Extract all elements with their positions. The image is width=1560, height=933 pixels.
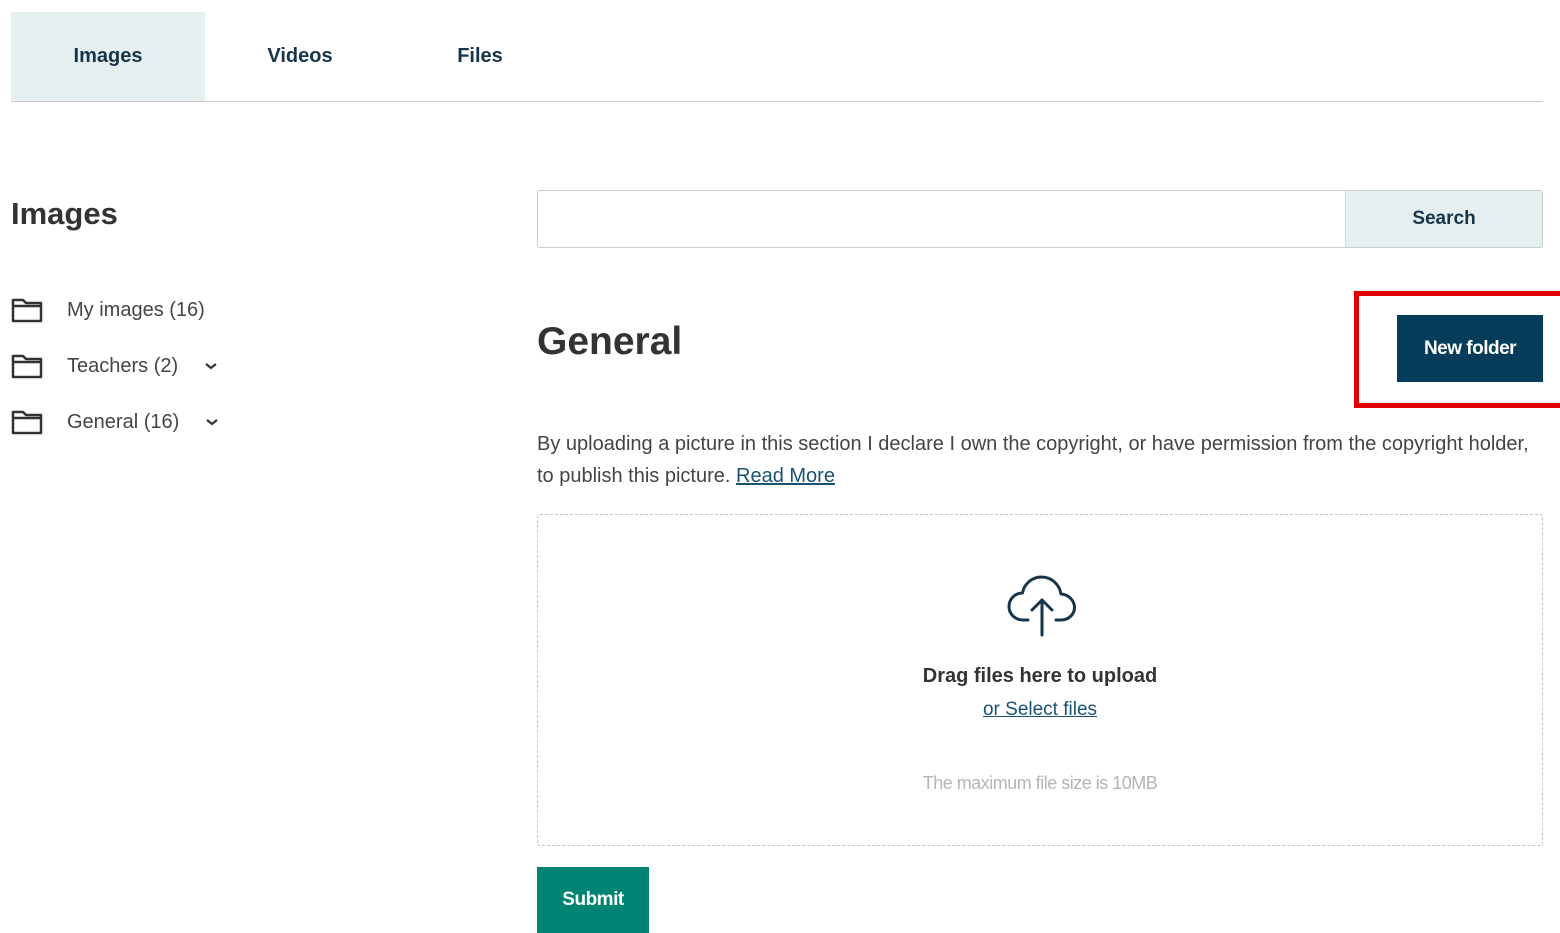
upload-dropzone[interactable]: Drag files here to upload or Select file… — [537, 514, 1543, 846]
folder-list: My images (16) Teachers (2) General (16) — [11, 282, 221, 450]
tab-bar: Images Videos Files — [11, 12, 1543, 102]
submit-button[interactable]: Submit — [537, 867, 649, 933]
search-button[interactable]: Search — [1345, 191, 1542, 247]
search-input[interactable] — [538, 191, 1345, 247]
select-files-link[interactable]: or Select files — [983, 699, 1097, 720]
search-bar: Search — [537, 190, 1543, 248]
tab-videos[interactable]: Videos — [205, 12, 395, 101]
max-size-text: The maximum file size is 10MB — [922, 773, 1158, 793]
folder-label: My images (16) — [67, 298, 205, 321]
select-files-container: or Select files — [538, 699, 1542, 721]
folder-item-general[interactable]: General (16) — [11, 394, 221, 450]
folder-item-my-images[interactable]: My images (16) — [11, 282, 221, 338]
folder-icon — [11, 409, 43, 435]
new-folder-button[interactable]: New folder — [1397, 315, 1543, 382]
tab-files[interactable]: Files — [395, 12, 565, 101]
copyright-notice: By uploading a picture in this section I… — [537, 428, 1537, 492]
folder-icon — [11, 353, 43, 379]
read-more-link[interactable]: Read More — [736, 465, 835, 487]
folder-icon — [11, 297, 43, 323]
sidebar-title: Images — [11, 196, 118, 231]
folder-label: Teachers (2) — [67, 354, 179, 377]
cloud-upload-icon — [1006, 573, 1078, 639]
chevron-down-icon[interactable] — [204, 358, 220, 374]
drag-text: Drag files here to upload — [922, 665, 1158, 687]
tab-images[interactable]: Images — [11, 12, 205, 101]
folder-item-teachers[interactable]: Teachers (2) — [11, 338, 221, 394]
notice-text: By uploading a picture in this section I… — [537, 433, 1529, 487]
folder-label: General (16) — [67, 410, 180, 433]
chevron-down-icon[interactable] — [205, 414, 221, 430]
page-title: General — [537, 320, 683, 363]
